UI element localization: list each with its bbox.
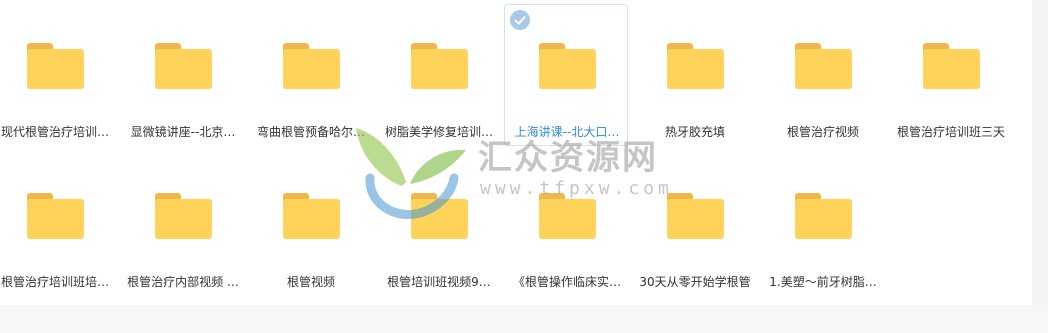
folder-item[interactable]: 1.美塑～前牙树脂… — [760, 154, 884, 296]
footer-bar — [0, 305, 1048, 333]
folder-item[interactable]: 30天从零开始学根管 — [632, 154, 756, 296]
folder-item[interactable]: 热牙胶充填 — [632, 4, 756, 146]
folder-item[interactable]: 根管治疗培训班三天 — [888, 4, 1012, 146]
folder-icon — [923, 43, 980, 89]
folder-icon — [539, 193, 596, 239]
folder-name: 树脂美学修复培训… — [384, 125, 493, 139]
folder-name: 热牙胶充填 — [664, 125, 725, 139]
folder-icon — [155, 193, 212, 239]
folder-item[interactable]: 根管培训班视频9… — [376, 154, 500, 296]
folder-name: 根管治疗培训班三天 — [896, 125, 1005, 139]
folder-name: 弯曲根管预备哈尔… — [256, 125, 365, 139]
folder-icon — [27, 43, 84, 89]
folder-item[interactable]: 根管治疗培训班培… — [0, 154, 116, 296]
folder-item[interactable]: 《根管操作临床实… — [504, 154, 628, 296]
folder-icon — [539, 43, 596, 89]
folder-icon — [27, 193, 84, 239]
folder-item[interactable]: 根管视频 — [248, 154, 372, 296]
folder-name: 根管治疗视频 — [786, 125, 859, 139]
folder-icon — [795, 193, 852, 239]
folder-item[interactable]: 根管治疗内部视频 … — [120, 154, 244, 296]
folder-icon — [283, 193, 340, 239]
folder-item[interactable]: 现代根管治疗培训… — [0, 4, 116, 146]
folder-name: 1.美塑～前牙树脂… — [769, 275, 877, 289]
folder-icon — [667, 193, 724, 239]
folder-item-selected[interactable]: 上海讲课--北大口… — [504, 4, 628, 146]
folder-name: 现代根管治疗培训… — [0, 125, 109, 139]
folder-name: 根管培训班视频9… — [387, 275, 491, 289]
folder-name: 上海讲课--北大口… — [514, 125, 620, 139]
folder-name: 显微镜讲座--北京… — [130, 125, 236, 139]
scrollbar-track[interactable] — [1032, 0, 1048, 333]
folder-icon — [667, 43, 724, 89]
folder-name: 根管视频 — [286, 275, 335, 289]
folder-item[interactable]: 根管治疗视频 — [760, 4, 884, 146]
folder-name: 根管治疗培训班培… — [0, 275, 109, 289]
folder-item[interactable]: 弯曲根管预备哈尔… — [248, 4, 372, 146]
folder-icon — [155, 43, 212, 89]
folder-name: 30天从零开始学根管 — [639, 275, 751, 289]
folder-name: 《根管操作临床实… — [512, 275, 621, 289]
folder-icon — [411, 43, 468, 89]
folder-icon — [411, 193, 468, 239]
folder-item[interactable]: 显微镜讲座--北京… — [120, 4, 244, 146]
folder-icon — [283, 43, 340, 89]
folder-item[interactable]: 树脂美学修复培训… — [376, 4, 500, 146]
folder-name: 根管治疗内部视频 … — [127, 275, 239, 289]
folder-icon — [795, 43, 852, 89]
folder-grid: 现代根管治疗培训… 显微镜讲座--北京… 弯曲根管预备哈尔… 树脂美学修复培训…… — [0, 0, 1032, 305]
checkmark-icon[interactable] — [510, 10, 530, 30]
